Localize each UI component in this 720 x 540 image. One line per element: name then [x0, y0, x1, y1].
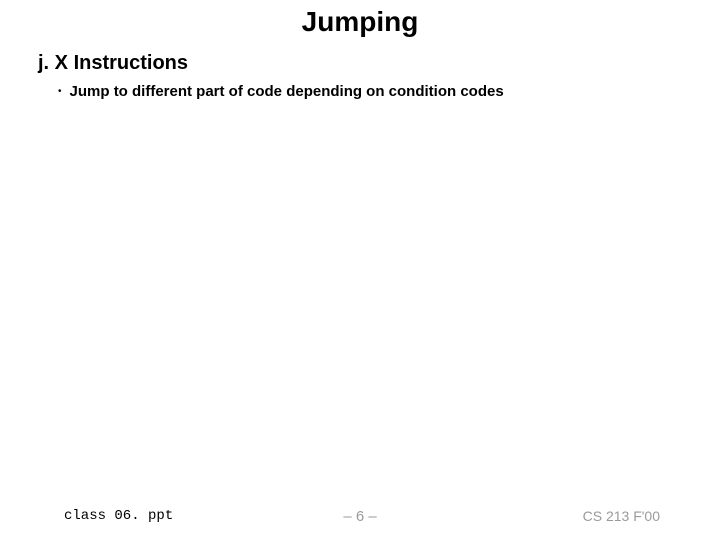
- bullet-dot-icon: •: [58, 86, 62, 97]
- section-heading: j. X Instructions: [38, 52, 720, 75]
- bullet-text: Jump to different part of code depending…: [70, 83, 504, 100]
- footer-page-number: – 6 –: [343, 508, 376, 525]
- bullet-item: • Jump to different part of code dependi…: [58, 83, 720, 100]
- slide-footer: class 06. ppt – 6 – CS 213 F'00: [0, 508, 720, 524]
- footer-filename: class 06. ppt: [64, 508, 173, 524]
- footer-course: CS 213 F'00: [583, 508, 660, 524]
- slide-title: Jumping: [0, 0, 720, 38]
